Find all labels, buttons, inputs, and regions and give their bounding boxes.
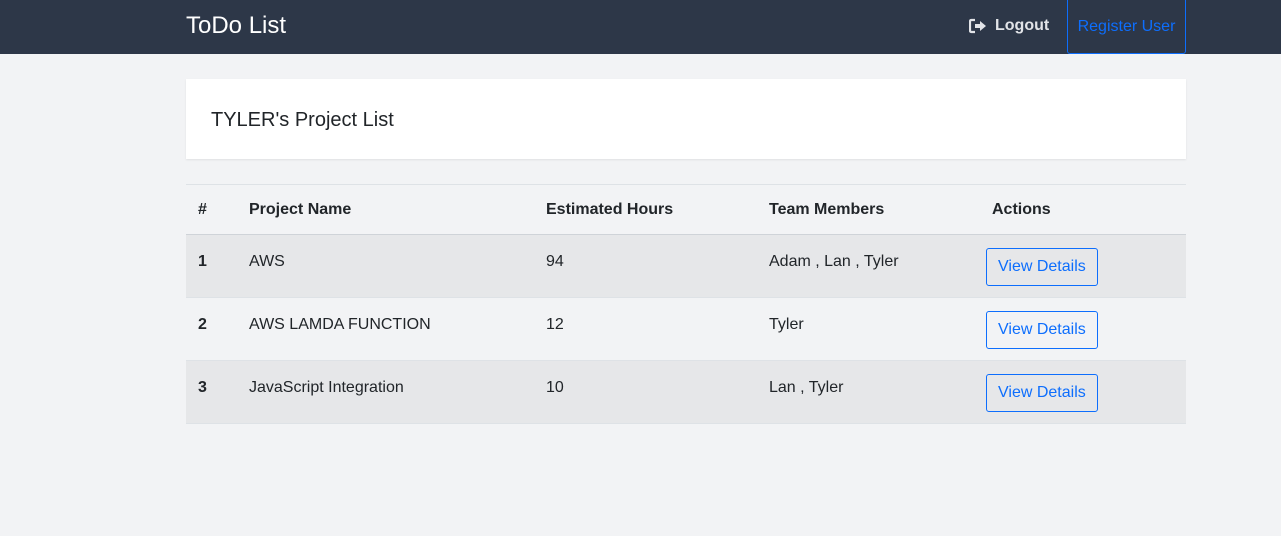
page-title: TYLER's Project List — [211, 109, 394, 131]
project-name: AWS — [249, 253, 285, 270]
view-details-button[interactable]: View Details — [986, 374, 1098, 412]
table-header-row: # Project Name Estimated Hours Team Memb… — [186, 184, 1186, 235]
row-number: 2 — [198, 316, 207, 333]
row-actions: View Details — [980, 298, 1186, 361]
table-row: 2 AWS LAMDA FUNCTION 12 Tyler View Detai… — [186, 297, 1186, 361]
project-name: AWS LAMDA FUNCTION — [249, 316, 431, 333]
column-header-team-members: Team Members — [769, 200, 885, 218]
column-header-actions: Actions — [992, 200, 1051, 218]
register-user-button[interactable]: Register User — [1067, 0, 1186, 54]
brand-link[interactable]: ToDo List — [186, 11, 286, 41]
top-navbar: ToDo List Logout Register User — [0, 0, 1281, 54]
row-actions: View Details — [980, 235, 1186, 298]
estimated-hours: 10 — [546, 379, 564, 396]
page-header-card: TYLER's Project List — [186, 79, 1186, 159]
logout-label: Logout — [995, 17, 1050, 34]
estimated-hours: 94 — [546, 253, 564, 270]
team-members: Lan , Tyler — [769, 379, 844, 396]
view-details-button[interactable]: View Details — [986, 311, 1098, 349]
table-row: 1 AWS 94 Adam , Lan , Tyler View Details — [186, 234, 1186, 298]
logout-button[interactable]: Logout — [968, 16, 1050, 36]
sign-out-icon — [968, 18, 987, 34]
column-header-number: # — [198, 200, 207, 218]
project-name: JavaScript Integration — [249, 379, 404, 396]
team-members: Tyler — [769, 316, 804, 333]
column-header-project-name: Project Name — [249, 200, 352, 218]
team-members: Adam , Lan , Tyler — [769, 253, 899, 270]
table-row: 3 JavaScript Integration 10 Lan , Tyler … — [186, 360, 1186, 424]
view-details-button[interactable]: View Details — [986, 248, 1098, 286]
row-number: 3 — [198, 379, 207, 396]
project-table: # Project Name Estimated Hours Team Memb… — [186, 184, 1186, 424]
row-actions: View Details — [980, 361, 1186, 424]
row-number: 1 — [198, 253, 207, 270]
column-header-estimated-hours: Estimated Hours — [546, 200, 674, 218]
estimated-hours: 12 — [546, 316, 564, 333]
